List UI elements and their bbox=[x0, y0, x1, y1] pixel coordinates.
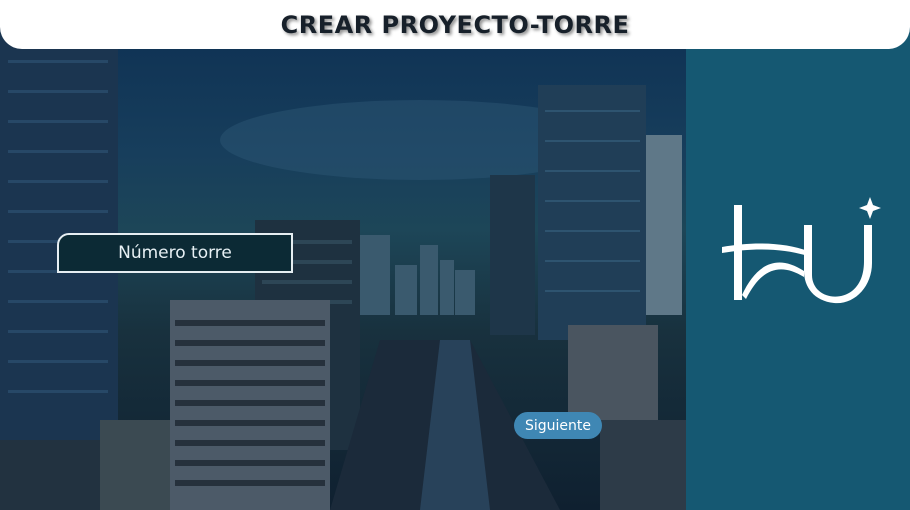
tower-number-input[interactable]: Número torre bbox=[57, 233, 293, 273]
page-title: CREAR PROYECTO-TORRE bbox=[280, 10, 630, 39]
hu-monogram-logo-icon bbox=[716, 195, 886, 320]
header-bar: CREAR PROYECTO-TORRE bbox=[0, 0, 910, 49]
next-button[interactable]: Siguiente bbox=[514, 412, 602, 439]
